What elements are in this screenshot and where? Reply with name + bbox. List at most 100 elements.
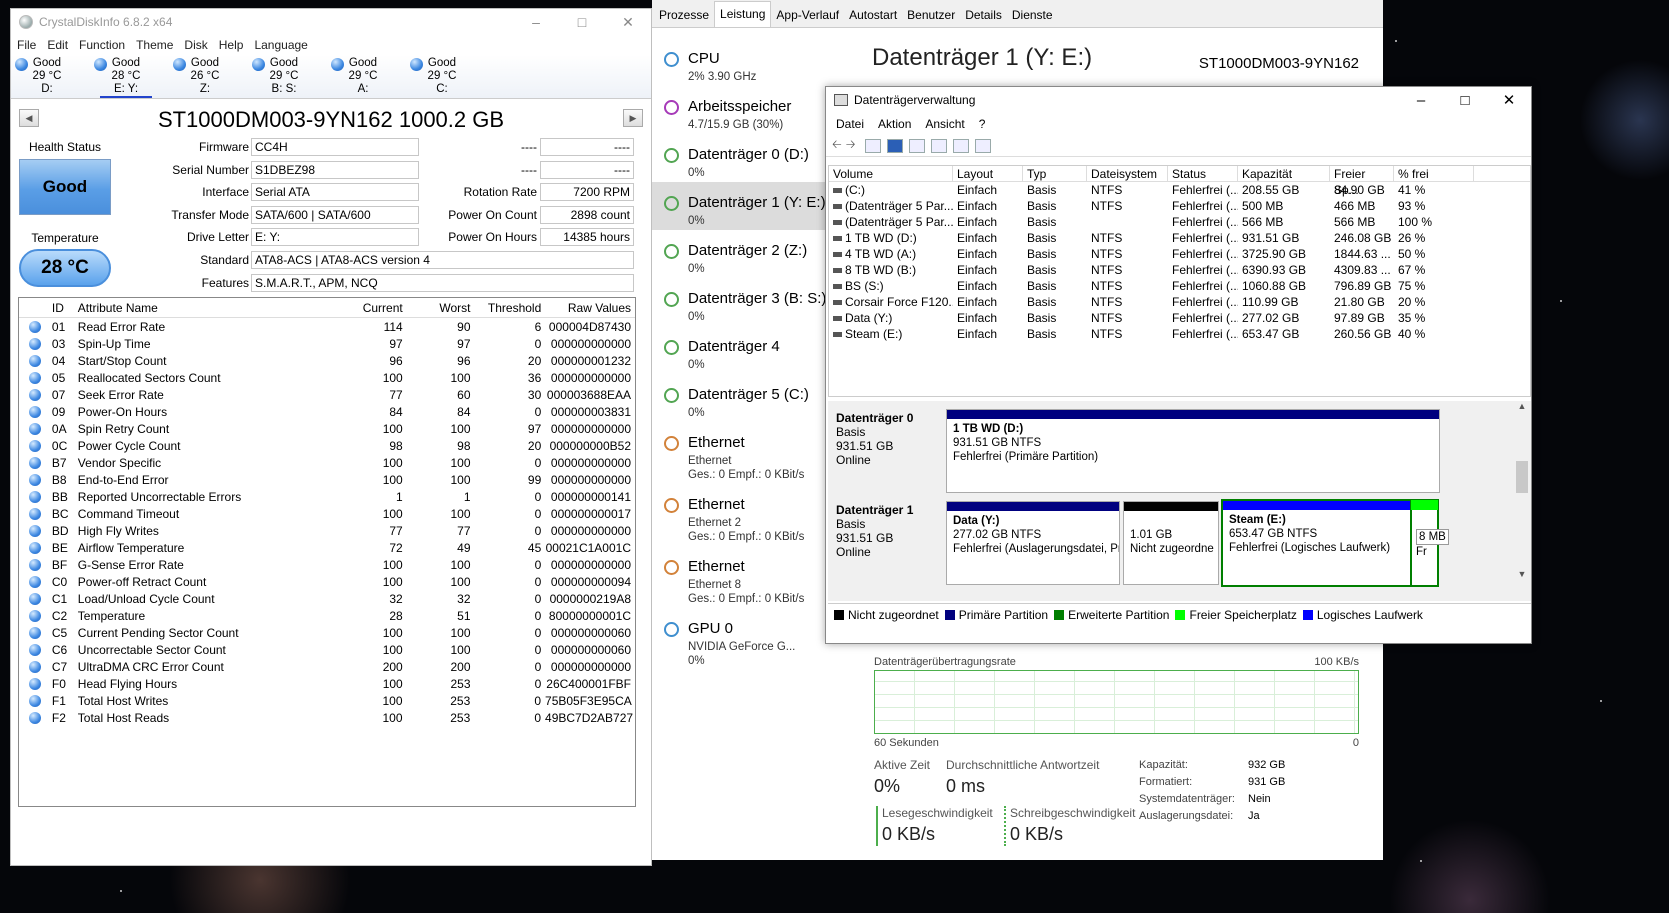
tab-benutzer[interactable]: Benutzer: [902, 3, 960, 27]
help-icon[interactable]: [887, 138, 904, 153]
smart-row[interactable]: 0A Spin Retry Count 100 100 97 000000000000: [19, 420, 635, 437]
col-status[interactable]: Status: [1168, 165, 1238, 182]
volume-row[interactable]: Corsair Force F120... Einfach Basis NTFS Feh…: [829, 294, 1530, 310]
close-icon[interactable]: ✕: [1487, 87, 1531, 113]
drive-button[interactable]: Good 29 °C B: S:: [252, 55, 316, 99]
smart-row[interactable]: C1 Load/Unload Cycle Count 32 32 0 0000000219…: [19, 590, 635, 607]
volume-row[interactable]: Steam (E:) Einfach Basis NTFS Fehlerfrei (..…: [829, 326, 1530, 342]
unallocated-space[interactable]: 1.01 GB Nicht zugeordne: [1123, 501, 1219, 585]
menu-function[interactable]: Function: [79, 38, 125, 52]
col-layout[interactable]: Layout: [953, 165, 1023, 182]
smart-row[interactable]: 09 Power-On Hours 84 84 0 000000003831: [19, 403, 635, 420]
volume-row[interactable]: 4 TB WD (A:) Einfach Basis NTFS Fehlerfrei (…: [829, 246, 1530, 262]
disk1-label[interactable]: Datenträger 1 Basis 931.51 GB Online: [830, 499, 942, 585]
tab-leistung[interactable]: Leistung: [714, 1, 772, 27]
menu-aktion[interactable]: Aktion: [878, 117, 911, 131]
col-current[interactable]: Current: [337, 301, 407, 315]
perf-item[interactable]: Datenträger 3 (B: S:) 0%: [652, 278, 848, 326]
partition-y[interactable]: Data (Y:) 277.02 GB NTFS Fehlerfrei (Ausla…: [946, 501, 1120, 585]
perf-item[interactable]: Datenträger 4 0%: [652, 326, 848, 374]
volume-row[interactable]: (Datenträger 5 Par... Einfach Basis NTFS Feh…: [829, 198, 1530, 214]
perf-item[interactable]: Datenträger 0 (D:) 0%: [652, 134, 848, 182]
tab-prozesse[interactable]: Prozesse: [654, 3, 714, 27]
volume-row[interactable]: 1 TB WD (D:) Einfach Basis NTFS Fehlerfrei (…: [829, 230, 1530, 246]
smart-row[interactable]: B8 End-to-End Error 100 100 99 000000000000: [19, 471, 635, 488]
disk-map-scrollbar[interactable]: ▲ ▼: [1515, 401, 1529, 601]
maximize-icon[interactable]: □: [1443, 87, 1487, 113]
drive-button[interactable]: Good 29 °C A:: [331, 55, 395, 99]
col-type[interactable]: Typ: [1023, 165, 1087, 182]
health-status-badge[interactable]: Good: [19, 159, 111, 215]
forward-icon[interactable]: 🡢: [846, 135, 856, 156]
menu-language[interactable]: Language: [254, 38, 307, 52]
drive-button[interactable]: Good 28 °C E: Y:: [94, 55, 158, 99]
volume-row[interactable]: Data (Y:) Einfach Basis NTFS Fehlerfrei (...…: [829, 310, 1530, 326]
menu-help[interactable]: ?: [979, 117, 986, 131]
smart-row[interactable]: C6 Uncorrectable Sector Count 100 100 0 00000…: [19, 641, 635, 658]
perf-item[interactable]: Ethernet Ethernet 8 Ges.: 0 Empf.: 0 KBit/…: [652, 546, 848, 606]
scroll-down-icon[interactable]: ▼: [1515, 569, 1529, 579]
drive-button[interactable]: Good 29 °C D:: [15, 55, 79, 99]
smart-row[interactable]: F2 Total Host Reads 100 253 0 49BC7D2AB727: [19, 709, 635, 726]
perf-item[interactable]: GPU 0 NVIDIA GeForce G... 0%: [652, 608, 848, 667]
partition-d[interactable]: 1 TB WD (D:) 931.51 GB NTFS Fehlerfrei (Pr…: [946, 409, 1440, 493]
col-capacity[interactable]: Kapazität: [1238, 165, 1330, 182]
perf-item[interactable]: Datenträger 2 (Z:) 0%: [652, 230, 848, 278]
minimize-icon[interactable]: –: [1399, 87, 1443, 113]
col-worst[interactable]: Worst: [407, 301, 475, 315]
col-volume[interactable]: Volume: [829, 165, 953, 182]
smart-row[interactable]: B7 Vendor Specific 100 100 0 000000000000: [19, 454, 635, 471]
tab-app-verlauf[interactable]: App-Verlauf: [771, 3, 844, 27]
perf-item[interactable]: Ethernet Ethernet Ges.: 0 Empf.: 0 KBit/s: [652, 422, 848, 482]
menu-disk[interactable]: Disk: [184, 38, 207, 52]
smart-row[interactable]: C5 Current Pending Sector Count 100 100 0 000…: [19, 624, 635, 641]
smart-row[interactable]: BF G-Sense Error Rate 100 100 0 000000000000: [19, 556, 635, 573]
smart-row[interactable]: C2 Temperature 28 51 0 80000000001C: [19, 607, 635, 624]
scroll-up-icon[interactable]: ▲: [1515, 401, 1529, 411]
check-icon[interactable]: [953, 138, 970, 153]
smart-row[interactable]: 03 Spin-Up Time 97 97 0 000000000000: [19, 335, 635, 352]
drive-button[interactable]: Good 29 °C C:: [410, 55, 474, 99]
close-icon[interactable]: ✕: [605, 9, 651, 35]
free-space[interactable]: 8 MB Fr: [1410, 499, 1449, 587]
next-disk-icon[interactable]: ▶: [623, 109, 643, 127]
menu-file[interactable]: File: [17, 38, 36, 52]
smart-row[interactable]: 0C Power Cycle Count 98 98 20 000000000B52: [19, 437, 635, 454]
volume-row[interactable]: BS (S:) Einfach Basis NTFS Fehlerfrei (... 10…: [829, 278, 1530, 294]
smart-row[interactable]: 01 Read Error Rate 114 90 6 000004D87430: [19, 318, 635, 335]
minimize-icon[interactable]: –: [513, 9, 559, 35]
smart-row[interactable]: BC Command Timeout 100 100 0 000000000017: [19, 505, 635, 522]
col-threshold[interactable]: Threshold: [475, 301, 546, 315]
drive-button[interactable]: Good 26 °C Z:: [173, 55, 237, 99]
menu-datei[interactable]: Datei: [836, 117, 864, 131]
smart-row[interactable]: 04 Start/Stop Count 96 96 20 000000001232: [19, 352, 635, 369]
volume-row[interactable]: (C:) Einfach Basis NTFS Fehlerfrei (... 208.5…: [829, 182, 1530, 198]
perf-item[interactable]: Ethernet Ethernet 2 Ges.: 0 Empf.: 0 KBit/…: [652, 484, 848, 544]
tab-dienste[interactable]: Dienste: [1007, 3, 1058, 27]
volume-row[interactable]: (Datenträger 5 Par... Einfach Basis Fehlerf…: [829, 214, 1530, 230]
volume-row[interactable]: 8 TB WD (B:) Einfach Basis NTFS Fehlerfrei (…: [829, 262, 1530, 278]
disk0-label[interactable]: Datenträger 0 Basis 931.51 GB Online: [830, 407, 942, 495]
perf-item[interactable]: Datenträger 5 (C:) 0%: [652, 374, 848, 422]
perf-item[interactable]: Datenträger 1 (Y: E:) 0%: [652, 182, 848, 230]
connect-icon[interactable]: [931, 138, 948, 153]
menu-edit[interactable]: Edit: [47, 38, 68, 52]
perf-item[interactable]: Arbeitsspeicher 4.7/15.9 GB (30%): [652, 86, 848, 134]
smart-row[interactable]: F1 Total Host Writes 100 253 0 75B05F3E95CA: [19, 692, 635, 709]
col-id[interactable]: ID: [52, 301, 78, 315]
scroll-thumb[interactable]: [1516, 461, 1528, 493]
col-free-space[interactable]: Freier Sp...: [1330, 165, 1394, 197]
smart-row[interactable]: 05 Reallocated Sectors Count 100 100 36 00000…: [19, 369, 635, 386]
col-attribute[interactable]: Attribute Name: [78, 301, 337, 315]
tab-details[interactable]: Details: [960, 3, 1007, 27]
tab-autostart[interactable]: Autostart: [844, 3, 902, 27]
console-icon[interactable]: [865, 138, 882, 153]
menu-ansicht[interactable]: Ansicht: [925, 117, 964, 131]
properties-icon[interactable]: [909, 138, 926, 153]
partition-e[interactable]: Steam (E:) 653.47 GB NTFS Fehlerfrei (Logi…: [1221, 499, 1439, 587]
smart-row[interactable]: BE Airflow Temperature 72 49 45 00021C1A001C: [19, 539, 635, 556]
prev-disk-icon[interactable]: ◀: [19, 109, 39, 127]
smart-row[interactable]: F0 Head Flying Hours 100 253 0 26C400001FBF: [19, 675, 635, 692]
smart-row[interactable]: C7 UltraDMA CRC Error Count 200 200 0 0000000…: [19, 658, 635, 675]
col-percent-free[interactable]: % frei: [1394, 165, 1474, 182]
